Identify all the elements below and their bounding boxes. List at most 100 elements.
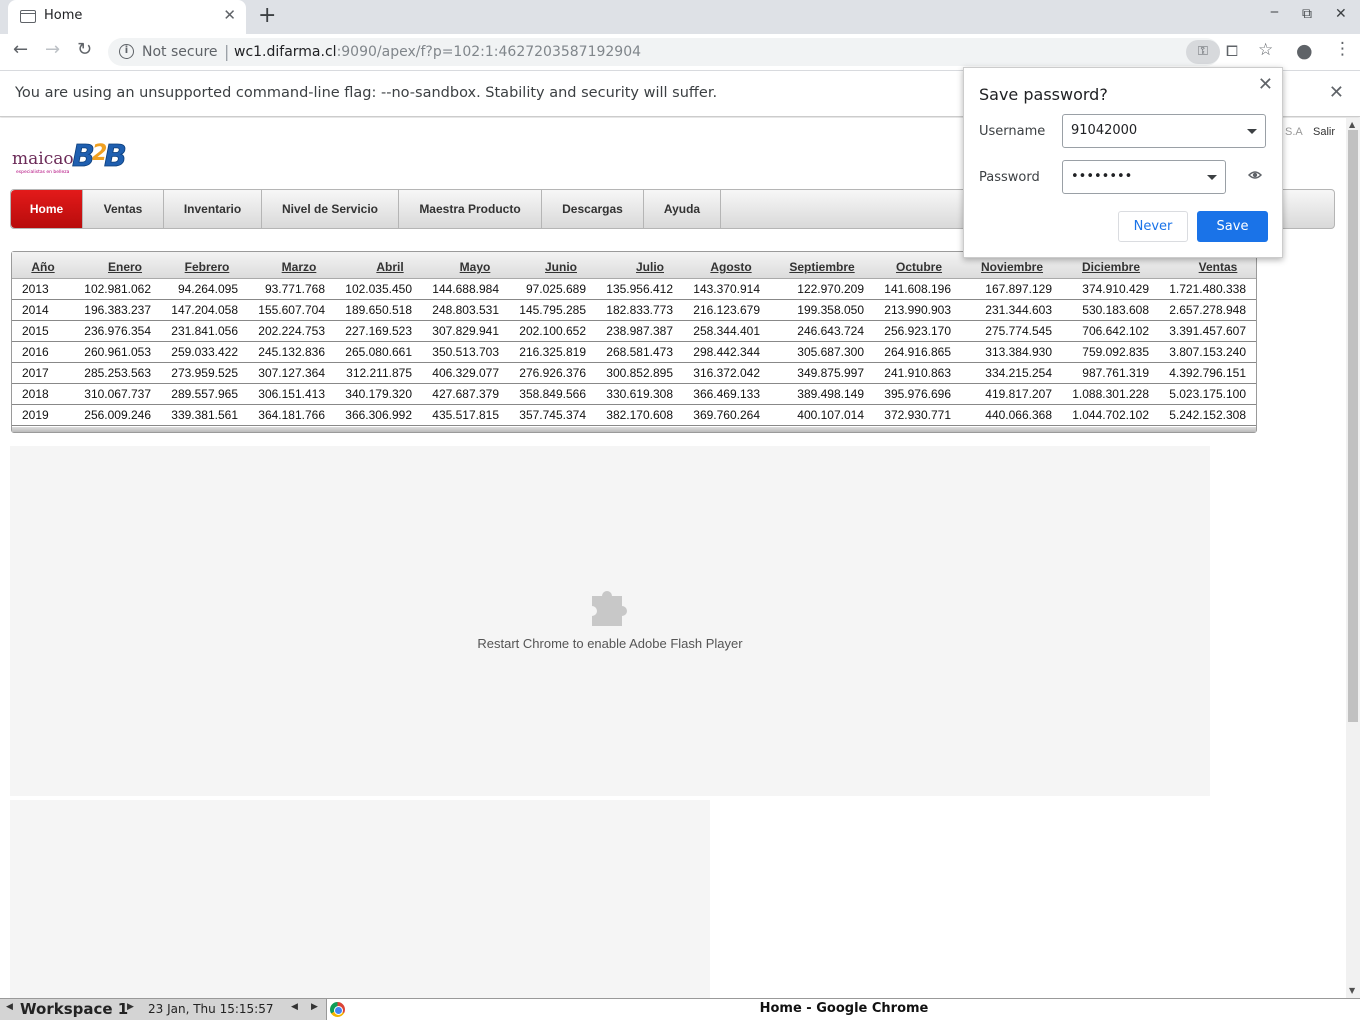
year-cell: 2019 — [22, 408, 49, 422]
column-header[interactable]: Noviembre — [981, 260, 1043, 274]
flash-plugin-placeholder[interactable]: Restart Chrome to enable Adobe Flash Pla… — [10, 446, 1210, 796]
value-cell: 182.833.773 — [606, 303, 673, 317]
password-field[interactable]: •••••••• — [1062, 160, 1226, 194]
save-button[interactable]: Save — [1197, 211, 1268, 242]
url-text: wc1.difarma.cl:9090/apex/f?p=102:1:46272… — [234, 44, 641, 60]
next-workspace-icon[interactable]: ▶ — [127, 1002, 134, 1012]
value-cell: 435.517.815 — [432, 408, 499, 422]
translate-icon[interactable]: ⧠ — [1226, 42, 1238, 60]
key-icon[interactable]: ⚿ — [1186, 40, 1220, 64]
password-value: •••••••• — [1071, 169, 1133, 184]
column-header[interactable]: Diciembre — [1082, 260, 1140, 274]
next-task-icon[interactable]: ▶ — [311, 1002, 318, 1012]
nav-descargas[interactable]: Descargas — [542, 190, 644, 228]
nav-nivel-de-servicio[interactable]: Nivel de Servicio — [262, 190, 399, 228]
value-cell: 1.721.480.338 — [1169, 282, 1246, 296]
value-cell: 300.852.895 — [606, 366, 673, 380]
column-header[interactable]: Julio — [636, 260, 664, 274]
value-cell: 1.044.702.102 — [1072, 408, 1149, 422]
value-cell: 236.976.354 — [84, 324, 151, 338]
prev-workspace-icon[interactable]: ◀ — [6, 1002, 13, 1012]
table-row: 2017 285.253.563 273.959.525 307.127.364 312… — [12, 363, 1256, 384]
scroll-down-icon[interactable]: ▼ — [1349, 986, 1355, 995]
value-cell: 231.344.603 — [985, 303, 1052, 317]
column-header[interactable]: Junio — [545, 260, 577, 274]
value-cell: 759.092.835 — [1082, 345, 1149, 359]
profile-icon[interactable]: ● — [1296, 40, 1313, 62]
value-cell: 440.066.368 — [985, 408, 1052, 422]
column-header[interactable]: Marzo — [282, 260, 317, 274]
never-button[interactable]: Never — [1118, 211, 1188, 242]
company-name: S.A — [1285, 126, 1303, 138]
value-cell: 382.170.608 — [606, 408, 673, 422]
plus-icon[interactable]: + — [258, 3, 276, 28]
value-cell: 241.910.863 — [884, 366, 951, 380]
value-cell: 143.370.914 — [693, 282, 760, 296]
scrollbar-thumb[interactable] — [1348, 130, 1358, 722]
value-cell: 5.242.152.308 — [1169, 408, 1246, 422]
username-value: 91042000 — [1071, 123, 1138, 138]
chevron-down-icon[interactable] — [1207, 175, 1217, 180]
nav-inventario[interactable]: Inventario — [164, 190, 262, 228]
value-cell: 199.358.050 — [797, 303, 864, 317]
nav-ventas[interactable]: Ventas — [83, 190, 164, 228]
reload-icon[interactable]: ↻ — [77, 39, 92, 60]
save-password-dialog: Save password? ✕ Username 91042000 Passw… — [963, 67, 1283, 258]
eye-icon[interactable] — [1248, 168, 1262, 182]
column-header[interactable]: Abril — [376, 260, 403, 274]
task-title: Home - Google Chrome — [759, 1001, 929, 1016]
value-cell: 307.829.941 — [432, 324, 499, 338]
minimize-icon[interactable]: ‒ — [1270, 4, 1279, 20]
close-window-icon[interactable]: ✕ — [1335, 6, 1347, 22]
value-cell: 5.023.175.100 — [1169, 387, 1246, 401]
year-cell: 2017 — [22, 366, 49, 380]
back-icon[interactable]: ← — [13, 39, 28, 60]
value-cell: 256.009.246 — [84, 408, 151, 422]
value-cell: 298.442.344 — [693, 345, 760, 359]
column-header[interactable]: Octubre — [896, 260, 942, 274]
value-cell: 340.179.320 — [345, 387, 412, 401]
value-cell: 273.959.525 — [171, 366, 238, 380]
forward-icon[interactable]: → — [45, 39, 60, 60]
nav-maestra-producto[interactable]: Maestra Producto — [399, 190, 542, 228]
page-scrollbar[interactable]: ▲ ▼ — [1346, 118, 1360, 998]
value-cell: 306.151.413 — [258, 387, 325, 401]
year-cell: 2018 — [22, 387, 49, 401]
value-cell: 419.817.207 — [985, 387, 1052, 401]
info-icon[interactable]: i — [119, 44, 134, 59]
chevron-down-icon[interactable] — [1247, 129, 1257, 134]
value-cell: 245.132.836 — [258, 345, 325, 359]
value-cell: 358.849.566 — [519, 387, 586, 401]
sales-report-table: Año Enero Febrero Marzo Abril Mayo Junio Julio A… — [11, 251, 1257, 433]
value-cell: 3.391.457.607 — [1169, 324, 1246, 338]
flash-plugin-placeholder-2[interactable] — [10, 800, 710, 998]
prev-task-icon[interactable]: ◀ — [291, 1002, 298, 1012]
taskbar-window-button[interactable]: Home - Google Chrome — [326, 999, 1360, 1020]
close-icon[interactable]: ✕ — [223, 6, 236, 24]
column-header[interactable]: Febrero — [185, 260, 230, 274]
close-icon[interactable]: ✕ — [1329, 82, 1344, 103]
value-cell: 145.795.285 — [519, 303, 586, 317]
logout-link[interactable]: Salir — [1313, 126, 1335, 138]
value-cell: 231.841.056 — [171, 324, 238, 338]
nav-ayuda[interactable]: Ayuda — [644, 190, 721, 228]
menu-icon[interactable]: ⋮ — [1334, 39, 1351, 59]
value-cell: 350.513.703 — [432, 345, 499, 359]
column-header[interactable]: Ventas — [1199, 260, 1238, 274]
username-field[interactable]: 91042000 — [1062, 114, 1266, 148]
value-cell: 216.123.679 — [693, 303, 760, 317]
star-icon[interactable]: ☆ — [1258, 40, 1273, 60]
url-path: :9090/apex/f?p=102:1:4627203587192904 — [336, 44, 642, 60]
restore-icon[interactable]: ⧉ — [1302, 6, 1312, 22]
column-header[interactable]: Agosto — [710, 260, 751, 274]
scroll-up-icon[interactable]: ▲ — [1349, 120, 1355, 129]
address-bar[interactable]: i Not secure | wc1.difarma.cl:9090/apex/… — [108, 38, 1273, 66]
column-header[interactable]: Año — [31, 260, 54, 274]
column-header[interactable]: Mayo — [460, 260, 491, 274]
column-header[interactable]: Septiembre — [789, 260, 854, 274]
browser-tab[interactable]: Home ✕ — [8, 0, 246, 34]
column-header[interactable]: Enero — [108, 260, 142, 274]
nav-home[interactable]: Home — [11, 190, 83, 228]
value-cell: 427.687.379 — [432, 387, 499, 401]
close-icon[interactable]: ✕ — [1258, 74, 1273, 95]
